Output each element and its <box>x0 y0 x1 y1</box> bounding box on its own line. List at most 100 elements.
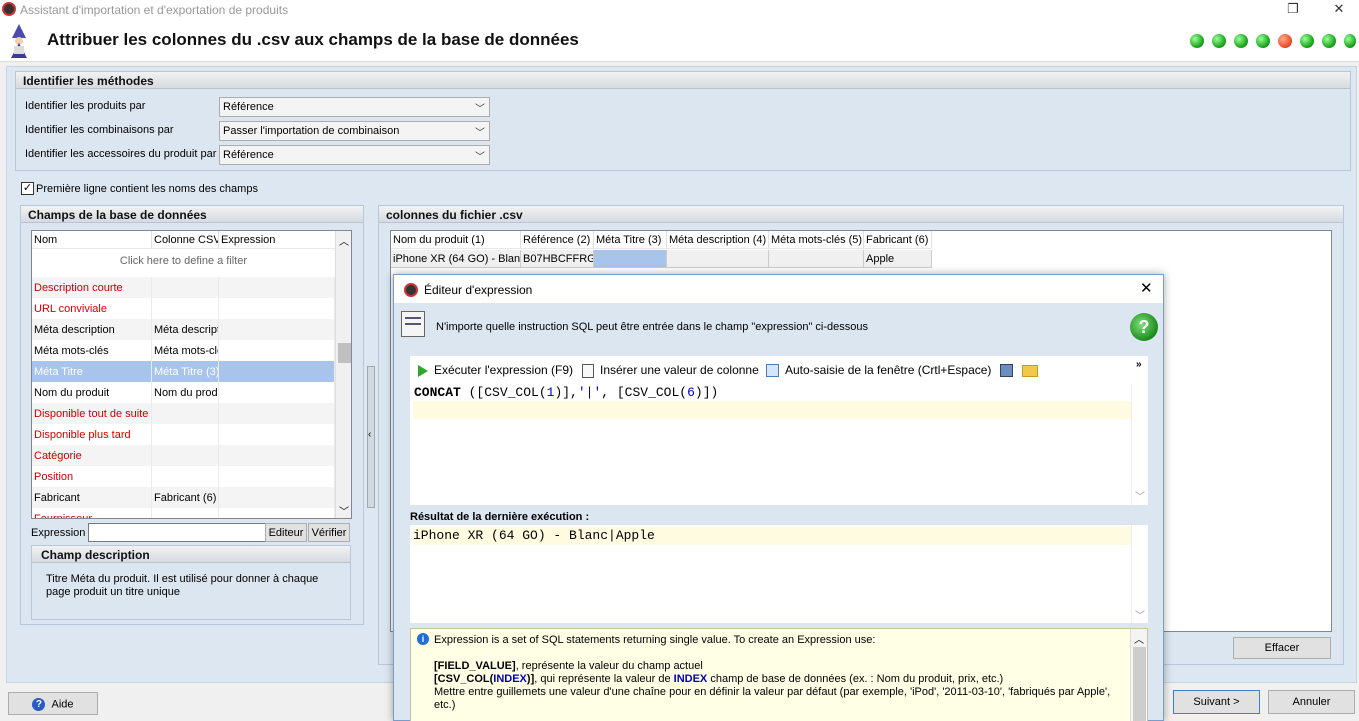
cell-expression <box>219 403 335 424</box>
clear-button[interactable]: Effacer <box>1233 637 1331 659</box>
cell-name: Méta Titre <box>32 361 152 382</box>
next-button[interactable]: Suivant > <box>1173 690 1260 714</box>
table-row[interactable]: Disponible tout de suite <box>32 403 335 424</box>
csv-col-header[interactable]: Fabricant (6) <box>864 231 932 249</box>
csv-cell[interactable] <box>667 250 769 268</box>
cell-expression <box>219 361 335 382</box>
csv-cell[interactable] <box>594 250 667 268</box>
csv-cell[interactable]: iPhone XR (64 GO) - Blanc <box>391 250 521 268</box>
insert-column-button[interactable]: Insérer une valeur de colonne <box>582 356 759 384</box>
toolbar-overflow-icon[interactable]: » <box>1136 359 1142 370</box>
step-indicator <box>1190 34 1204 48</box>
methods-title: Identifier les méthodes <box>16 72 1350 89</box>
help-scrollbar[interactable]: ︿ <box>1130 629 1147 721</box>
splitter-handle[interactable]: ‹ <box>367 366 375 508</box>
table-row[interactable]: Catégorie <box>32 445 335 466</box>
field-description-text: Titre Méta du produit. Il est utilisé po… <box>46 573 319 598</box>
help-globe-icon[interactable]: ? <box>1130 313 1158 341</box>
step-indicator <box>1212 34 1226 48</box>
db-grid-scrollbar[interactable]: ︿ ﹀ <box>335 231 351 518</box>
expression-code-editor[interactable]: CONCAT ([CSV_COL(1)],'|', [CSV_COL(6)]) … <box>410 384 1148 505</box>
step-indicator-current <box>1278 34 1292 48</box>
dialog-close-icon[interactable]: ✕ <box>1140 279 1153 297</box>
csv-col-header[interactable]: Méta description (4) <box>667 231 769 249</box>
col-header-csv[interactable]: Colonne CSV <box>152 231 219 249</box>
close-button[interactable]: ✕ <box>1316 0 1359 20</box>
cancel-button[interactable]: Annuler <box>1268 690 1355 714</box>
cell-csv-column: Méta mots-clés (5) <box>152 340 219 361</box>
cell-name: Disponible tout de suite <box>32 403 152 424</box>
verify-button[interactable]: Vérifier <box>308 523 350 542</box>
csv-col-header[interactable]: Référence (2) <box>521 231 594 249</box>
cell-csv-column: Nom du produit (1) <box>152 382 219 403</box>
run-expression-label: Exécuter l'expression (F9) <box>434 363 574 377</box>
scroll-up-icon[interactable]: ︿ <box>339 233 349 248</box>
cell-name: Nom du produit <box>32 382 152 403</box>
csv-cell[interactable]: Apple <box>864 250 932 268</box>
dialog-info-bar: N'importe quelle instruction SQL peut êt… <box>394 303 1163 347</box>
identify-combinations-select[interactable]: Passer l'importation de combinaison ﹀ <box>219 121 490 141</box>
scroll-down-icon[interactable]: ﹀ <box>1135 488 1145 503</box>
csv-col-header[interactable]: Méta mots-clés (5) <box>769 231 864 249</box>
auto-complete-button[interactable]: Auto-saisie de la fenêtre (Crtl+Espace) <box>766 356 991 384</box>
table-row[interactable]: Fabricant Fabricant (6) <box>32 487 335 508</box>
table-row[interactable]: Description courte <box>32 277 335 298</box>
scroll-down-icon[interactable]: ﹀ <box>1135 607 1145 622</box>
cell-csv-column <box>152 445 219 466</box>
help-button[interactable]: ? Aide <box>8 692 98 715</box>
result-title: Résultat de la dernière exécution : <box>410 511 590 523</box>
cell-csv-column <box>152 424 219 445</box>
result-box: iPhone XR (64 GO) - Blanc|Apple ﹀ <box>410 525 1148 623</box>
identify-products-select[interactable]: Référence ﹀ <box>219 97 490 117</box>
open-folder-button[interactable] <box>1022 356 1038 384</box>
table-row[interactable]: URL conviviale <box>32 298 335 319</box>
col-header-expression[interactable]: Expression <box>219 231 336 249</box>
restore-button[interactable]: ❐ <box>1270 0 1316 20</box>
csv-cell[interactable]: B07HBCFFRG <box>521 250 594 268</box>
csv-col-header[interactable]: Nom du produit (1) <box>391 231 521 249</box>
cell-expression <box>219 466 335 487</box>
table-row[interactable]: Méta Titre Méta Titre (3) <box>32 361 335 382</box>
expression-input[interactable] <box>88 523 266 542</box>
csv-col-header[interactable]: Méta Titre (3) <box>594 231 667 249</box>
identify-accessories-select[interactable]: Référence ﹀ <box>219 145 490 165</box>
filter-row[interactable]: Click here to define a filter <box>32 250 335 274</box>
window-icon <box>766 364 779 378</box>
cell-expression <box>219 382 335 403</box>
code-scrollbar[interactable]: ﹀ <box>1131 384 1148 505</box>
chevron-down-icon: ﹀ <box>475 104 485 115</box>
cell-expression <box>219 487 335 508</box>
identify-products-label: Identifier les produits par <box>25 100 146 112</box>
scroll-down-icon[interactable]: ﹀ <box>339 503 349 518</box>
table-row[interactable]: Disponible plus tard <box>32 424 335 445</box>
code-keyword: CONCAT <box>414 385 461 400</box>
editor-button[interactable]: Editeur <box>265 523 307 542</box>
expression-label: Expression <box>31 527 86 539</box>
table-row[interactable]: Méta descriptionMéta description (4) <box>32 319 335 340</box>
page-title: Attribuer les colonnes du .csv aux champ… <box>47 30 579 49</box>
step-indicator <box>1322 34 1336 48</box>
col-header-name[interactable]: Nom <box>32 231 152 249</box>
cell-expression <box>219 340 335 361</box>
scroll-thumb[interactable] <box>1133 647 1146 721</box>
table-row[interactable]: Nom du produitNom du produit (1) <box>32 382 335 403</box>
run-expression-button[interactable]: Exécuter l'expression (F9) <box>418 356 573 384</box>
csv-cell[interactable] <box>769 250 864 268</box>
cell-name: Catégorie <box>32 445 152 466</box>
table-row[interactable]: Méta mots-clésMéta mots-clés (5) <box>32 340 335 361</box>
folder-icon <box>1022 364 1038 377</box>
table-row[interactable]: Position <box>32 466 335 487</box>
identify-combinations-value: Passer l'importation de combinaison <box>223 125 400 137</box>
scroll-thumb[interactable] <box>338 343 351 363</box>
table-row[interactable]: Fournisseur <box>32 508 335 518</box>
play-icon <box>418 364 428 377</box>
help-text: , représente la valeur du champ actuel <box>515 660 703 672</box>
chevron-left-icon[interactable]: ‹ <box>368 429 371 440</box>
first-line-checkbox[interactable]: ✓ <box>21 182 34 195</box>
result-scrollbar[interactable]: ﹀ <box>1131 525 1148 623</box>
save-button[interactable] <box>1000 356 1013 384</box>
window-title: Assistant d'importation et d'exportation… <box>20 3 289 17</box>
field-description-title: Champ description <box>32 546 350 563</box>
scroll-up-icon[interactable]: ︿ <box>1134 631 1144 646</box>
expression-editor-dialog: Éditeur d'expression ✕ N'importe quelle … <box>393 274 1164 721</box>
